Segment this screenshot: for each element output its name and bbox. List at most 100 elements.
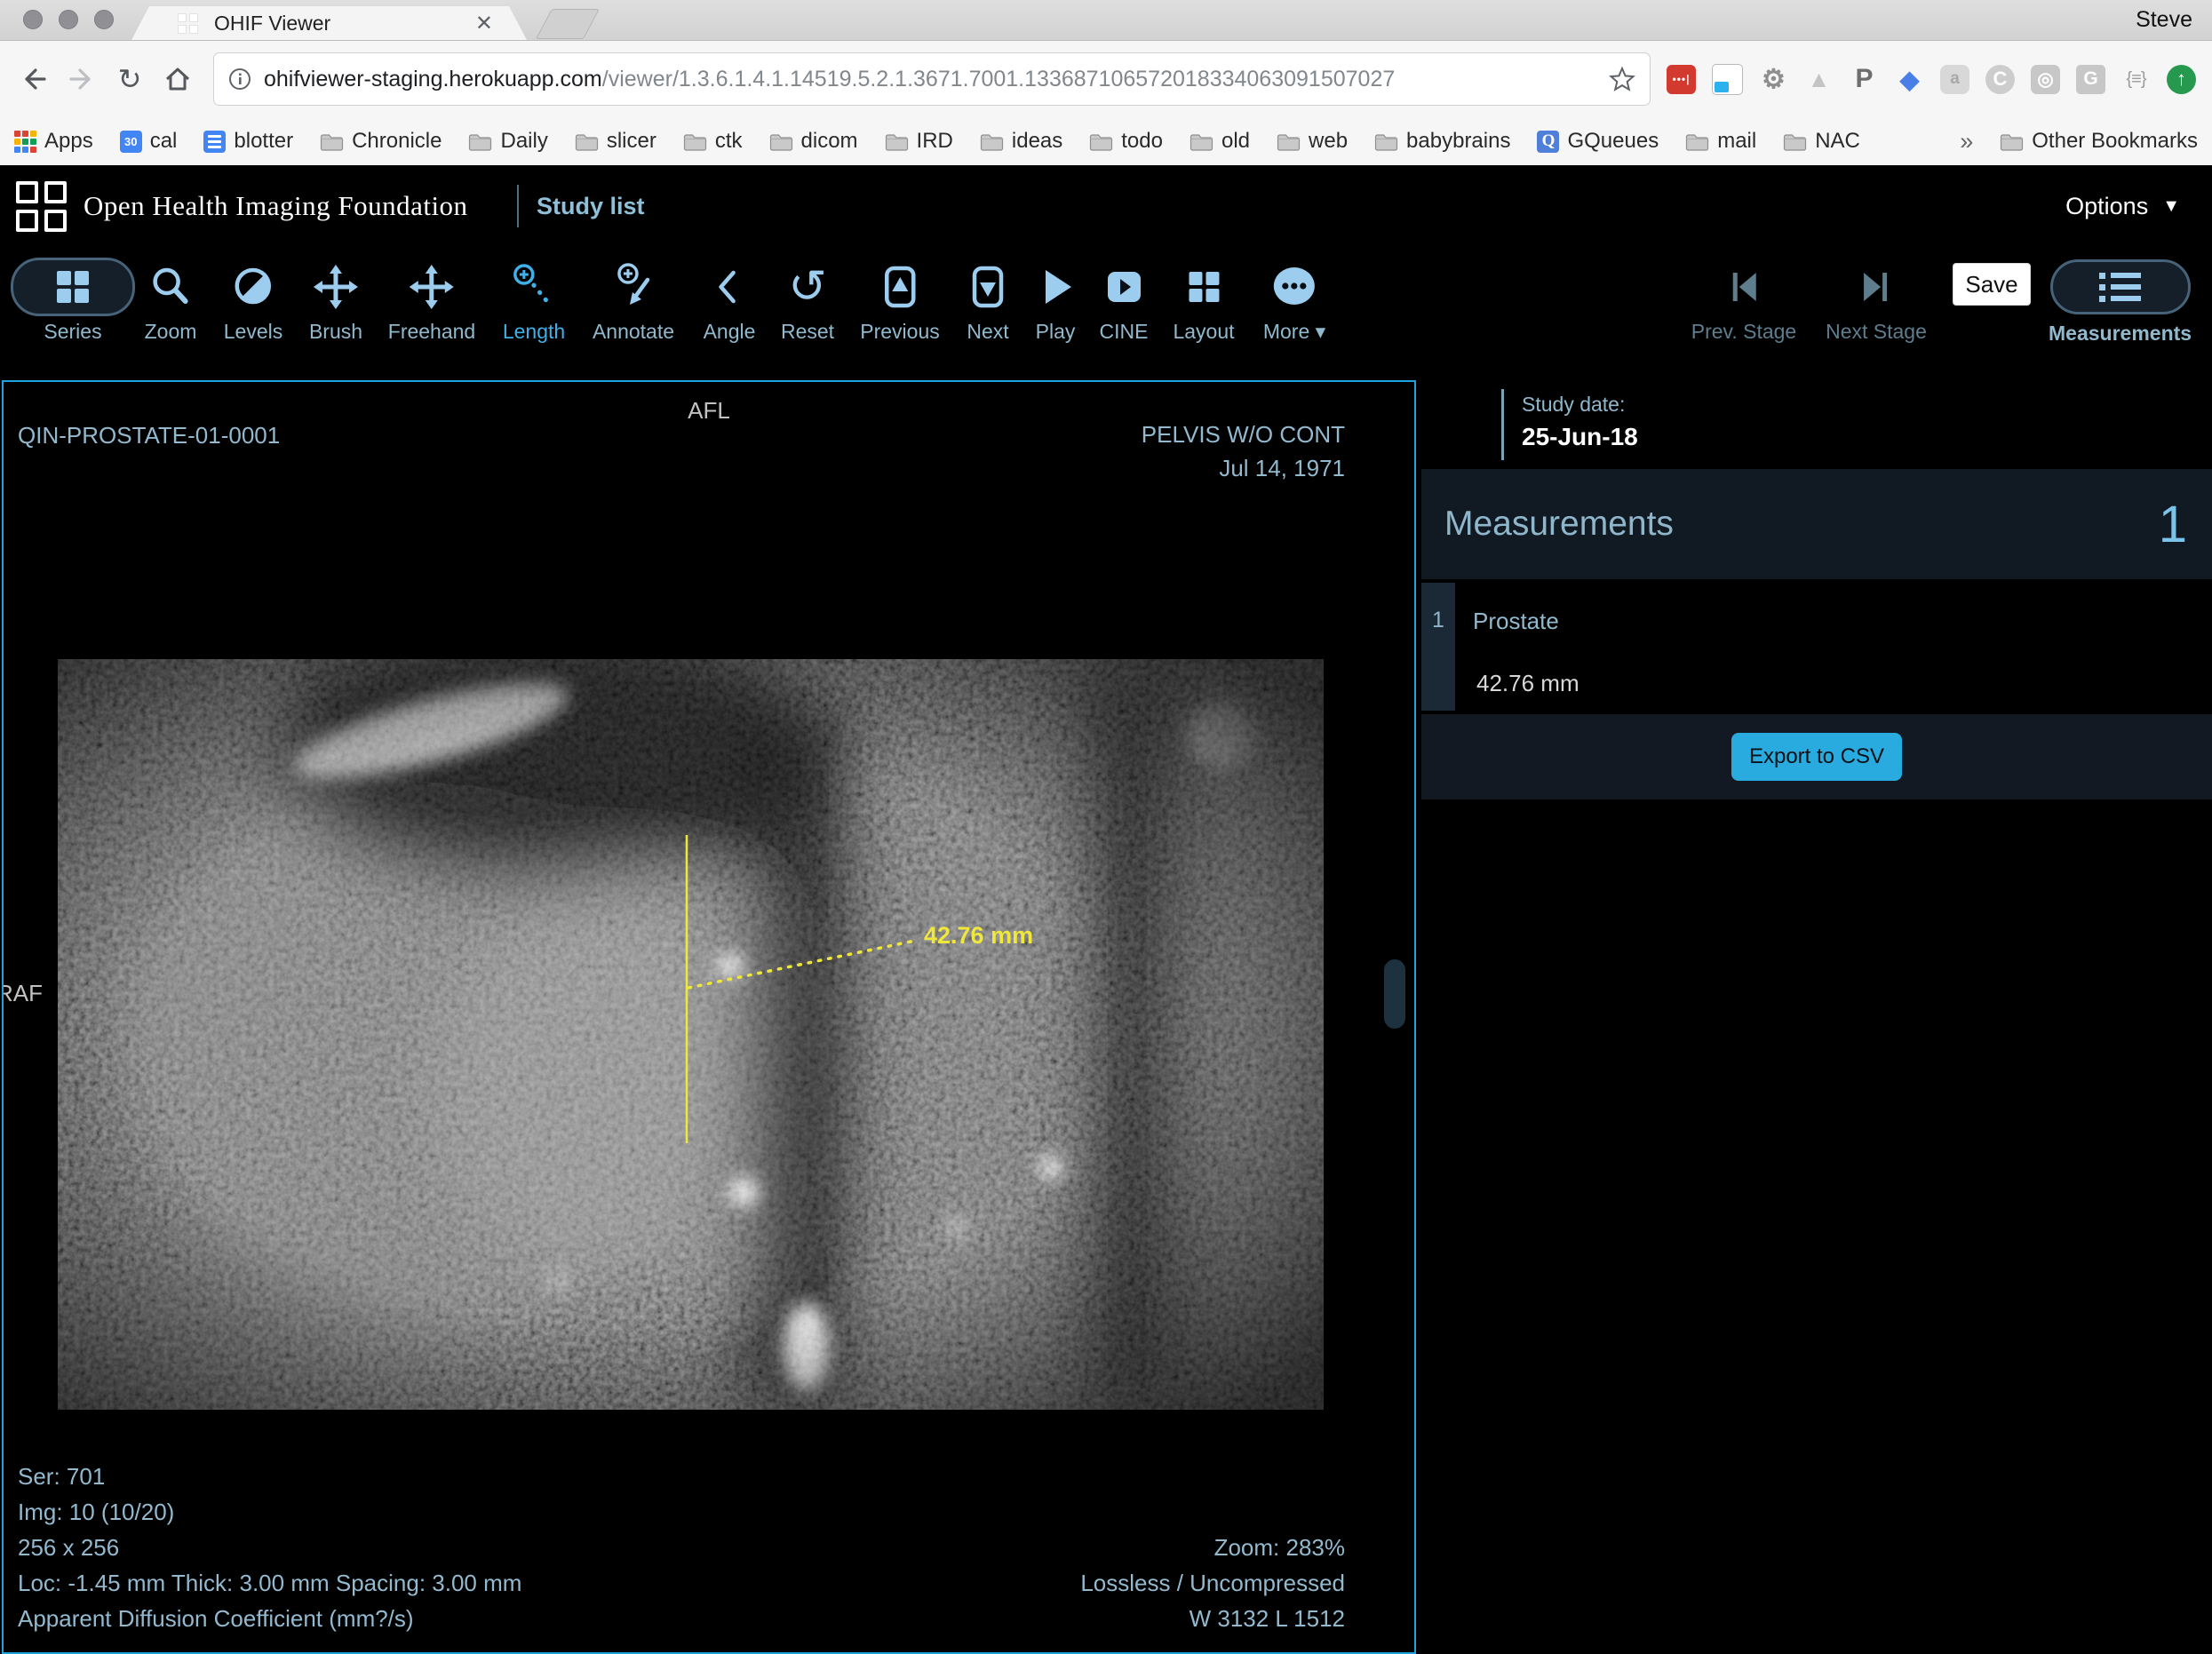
patient-id-overlay: QIN-PROSTATE-01-0001	[18, 417, 280, 453]
bookmark-gqueues[interactable]: Q GQueues	[1537, 129, 1659, 154]
zoom-level: Zoom: 283%	[1080, 1530, 1345, 1565]
bookmark-dicom[interactable]: dicom	[769, 129, 858, 154]
c-extension-icon[interactable]: C	[1985, 65, 2015, 94]
tool-levels[interactable]: Levels	[224, 258, 282, 344]
image-scrollbar-thumb[interactable]	[1384, 959, 1405, 1029]
tool-layout[interactable]: Layout	[1173, 258, 1234, 344]
tool-reset[interactable]: ↺ Reset	[781, 258, 834, 344]
magnifier-icon	[146, 262, 195, 312]
upload-extension-icon[interactable]: ↑	[2167, 65, 2196, 94]
measurements-panel-toggle[interactable]: Measurements	[2049, 259, 2192, 346]
window-close-button[interactable]	[23, 10, 43, 29]
bookmark-web[interactable]: web	[1277, 129, 1348, 154]
tool-length[interactable]: Length	[503, 258, 565, 344]
bookmark-other-bookmarks[interactable]: Other Bookmarks	[2000, 129, 2198, 154]
forward-arrow-icon	[67, 64, 97, 94]
forward-button[interactable]	[64, 61, 99, 97]
page-info-icon[interactable]	[228, 68, 251, 91]
bookmark-babybrains[interactable]: babybrains	[1374, 129, 1510, 154]
folder-icon	[980, 131, 1004, 151]
new-tab-button[interactable]	[536, 9, 600, 39]
study-date-value: 25-Jun-18	[1522, 423, 1638, 451]
back-button[interactable]	[16, 61, 52, 97]
g-extension-icon[interactable]: G	[2076, 65, 2105, 94]
window-minimize-button[interactable]	[59, 10, 78, 29]
p-extension-icon[interactable]: P	[1850, 65, 1879, 94]
tool-next[interactable]: Next	[963, 258, 1013, 344]
gear-extension-icon[interactable]: ⚙	[1759, 65, 1788, 94]
study-date-label: Study date:	[1522, 393, 1625, 417]
bookmark-mail[interactable]: mail	[1685, 129, 1756, 154]
move-cross-icon	[407, 262, 457, 312]
bookmark-ird[interactable]: IRD	[885, 129, 953, 154]
more-ellipsis-icon	[1269, 262, 1319, 312]
list-icon	[2099, 273, 2141, 302]
window-zoom-button[interactable]	[94, 10, 114, 29]
study-list-link[interactable]: Study list	[537, 165, 645, 247]
o-extension-icon[interactable]: ◎	[2031, 65, 2060, 94]
chat-extension-icon[interactable]: a	[1940, 65, 1969, 94]
bookmark-old[interactable]: old	[1190, 129, 1250, 154]
bookmark-nac[interactable]: NAC	[1783, 129, 1860, 154]
apps-grid-icon	[14, 131, 36, 153]
folder-icon	[2000, 131, 2024, 151]
tool-freehand[interactable]: Freehand	[388, 258, 475, 344]
measurement-row-prostate[interactable]: 1 Prostate 42.76 mm	[1421, 583, 2212, 711]
export-to-csv-button[interactable]: Export to CSV	[1731, 733, 1902, 781]
gem-extension-icon[interactable]: ◆	[1895, 65, 1924, 94]
prev-stage-button[interactable]: Prev. Stage	[1691, 258, 1796, 344]
study-date-accent-line	[1501, 389, 1504, 460]
back-arrow-icon	[19, 64, 49, 94]
bookmarks-bar: Apps 30 cal blotter Chronicle Daily slic…	[0, 117, 2212, 165]
measurement-value-label[interactable]: 42.76 mm	[924, 922, 1033, 950]
length-measure-icon	[509, 262, 559, 312]
folder-icon	[1089, 131, 1113, 151]
braces-extension-icon[interactable]: {≡}	[2121, 65, 2151, 94]
document-icon	[203, 131, 226, 153]
password-manager-extension-icon[interactable]: •••|	[1667, 65, 1696, 94]
measurements-title: Measurements	[1444, 469, 1674, 579]
bookmark-daily[interactable]: Daily	[468, 129, 547, 154]
export-section: Export to CSV	[1421, 714, 2212, 799]
tool-angle[interactable]: Angle	[704, 258, 756, 344]
image-viewport[interactable]: 42.76 mm QIN-PROSTATE-01-0001 AFL PELVIS…	[2, 380, 1416, 1654]
reload-button[interactable]: ↻	[112, 61, 147, 97]
tool-brush[interactable]: Brush	[309, 258, 362, 344]
options-button[interactable]: Options ▼	[2065, 165, 2180, 247]
folder-icon	[320, 131, 344, 151]
next-stage-button[interactable]: Next Stage	[1826, 258, 1927, 344]
bookmark-blotter[interactable]: blotter	[203, 129, 293, 154]
folder-icon	[1685, 131, 1709, 151]
caret-down-icon: ▼	[2162, 196, 2180, 217]
bookmark-star-icon[interactable]	[1609, 66, 1635, 92]
drive-extension-icon[interactable]: ▲	[1804, 65, 1834, 94]
skip-to-start-icon	[1719, 262, 1769, 312]
bookmark-ctk[interactable]: ctk	[683, 129, 743, 154]
bookmark-chronicle[interactable]: Chronicle	[320, 129, 442, 154]
tool-cine[interactable]: CINE	[1099, 258, 1149, 344]
tool-previous[interactable]: Previous	[860, 258, 939, 344]
ohif-logo-icon[interactable]	[16, 181, 67, 232]
window-extension-icon[interactable]	[1712, 64, 1743, 95]
url-bar[interactable]: ohifviewer-staging.herokuapp.com/viewer/…	[213, 52, 1651, 106]
browser-tab-ohif-viewer[interactable]: OHIF Viewer ✕	[131, 6, 527, 40]
bookmark-ideas[interactable]: ideas	[980, 129, 1062, 154]
tab-close-icon[interactable]: ✕	[475, 11, 493, 36]
bookmark-apps[interactable]: Apps	[14, 129, 93, 154]
tool-play[interactable]: Play	[1030, 258, 1080, 344]
image-dimensions: 256 x 256	[18, 1530, 521, 1565]
tool-zoom[interactable]: Zoom	[145, 258, 197, 344]
bookmarks-overflow-chevron[interactable]: »	[1960, 128, 1973, 155]
tool-annotate[interactable]: Annotate	[593, 258, 674, 344]
bookmark-todo[interactable]: todo	[1089, 129, 1163, 154]
compression-status: Lossless / Uncompressed	[1080, 1565, 1345, 1601]
mri-image[interactable]	[58, 659, 1324, 1410]
measurements-count-badge: 1	[2159, 469, 2187, 579]
bookmark-cal[interactable]: 30 cal	[120, 129, 178, 154]
tool-more[interactable]: More ▾	[1263, 258, 1325, 344]
bookmark-slicer[interactable]: slicer	[575, 129, 656, 154]
tool-series[interactable]: Series	[11, 258, 135, 344]
home-button[interactable]	[160, 61, 195, 97]
browser-profile-name[interactable]: Steve	[2136, 7, 2192, 33]
save-button[interactable]: Save	[1953, 263, 2031, 306]
